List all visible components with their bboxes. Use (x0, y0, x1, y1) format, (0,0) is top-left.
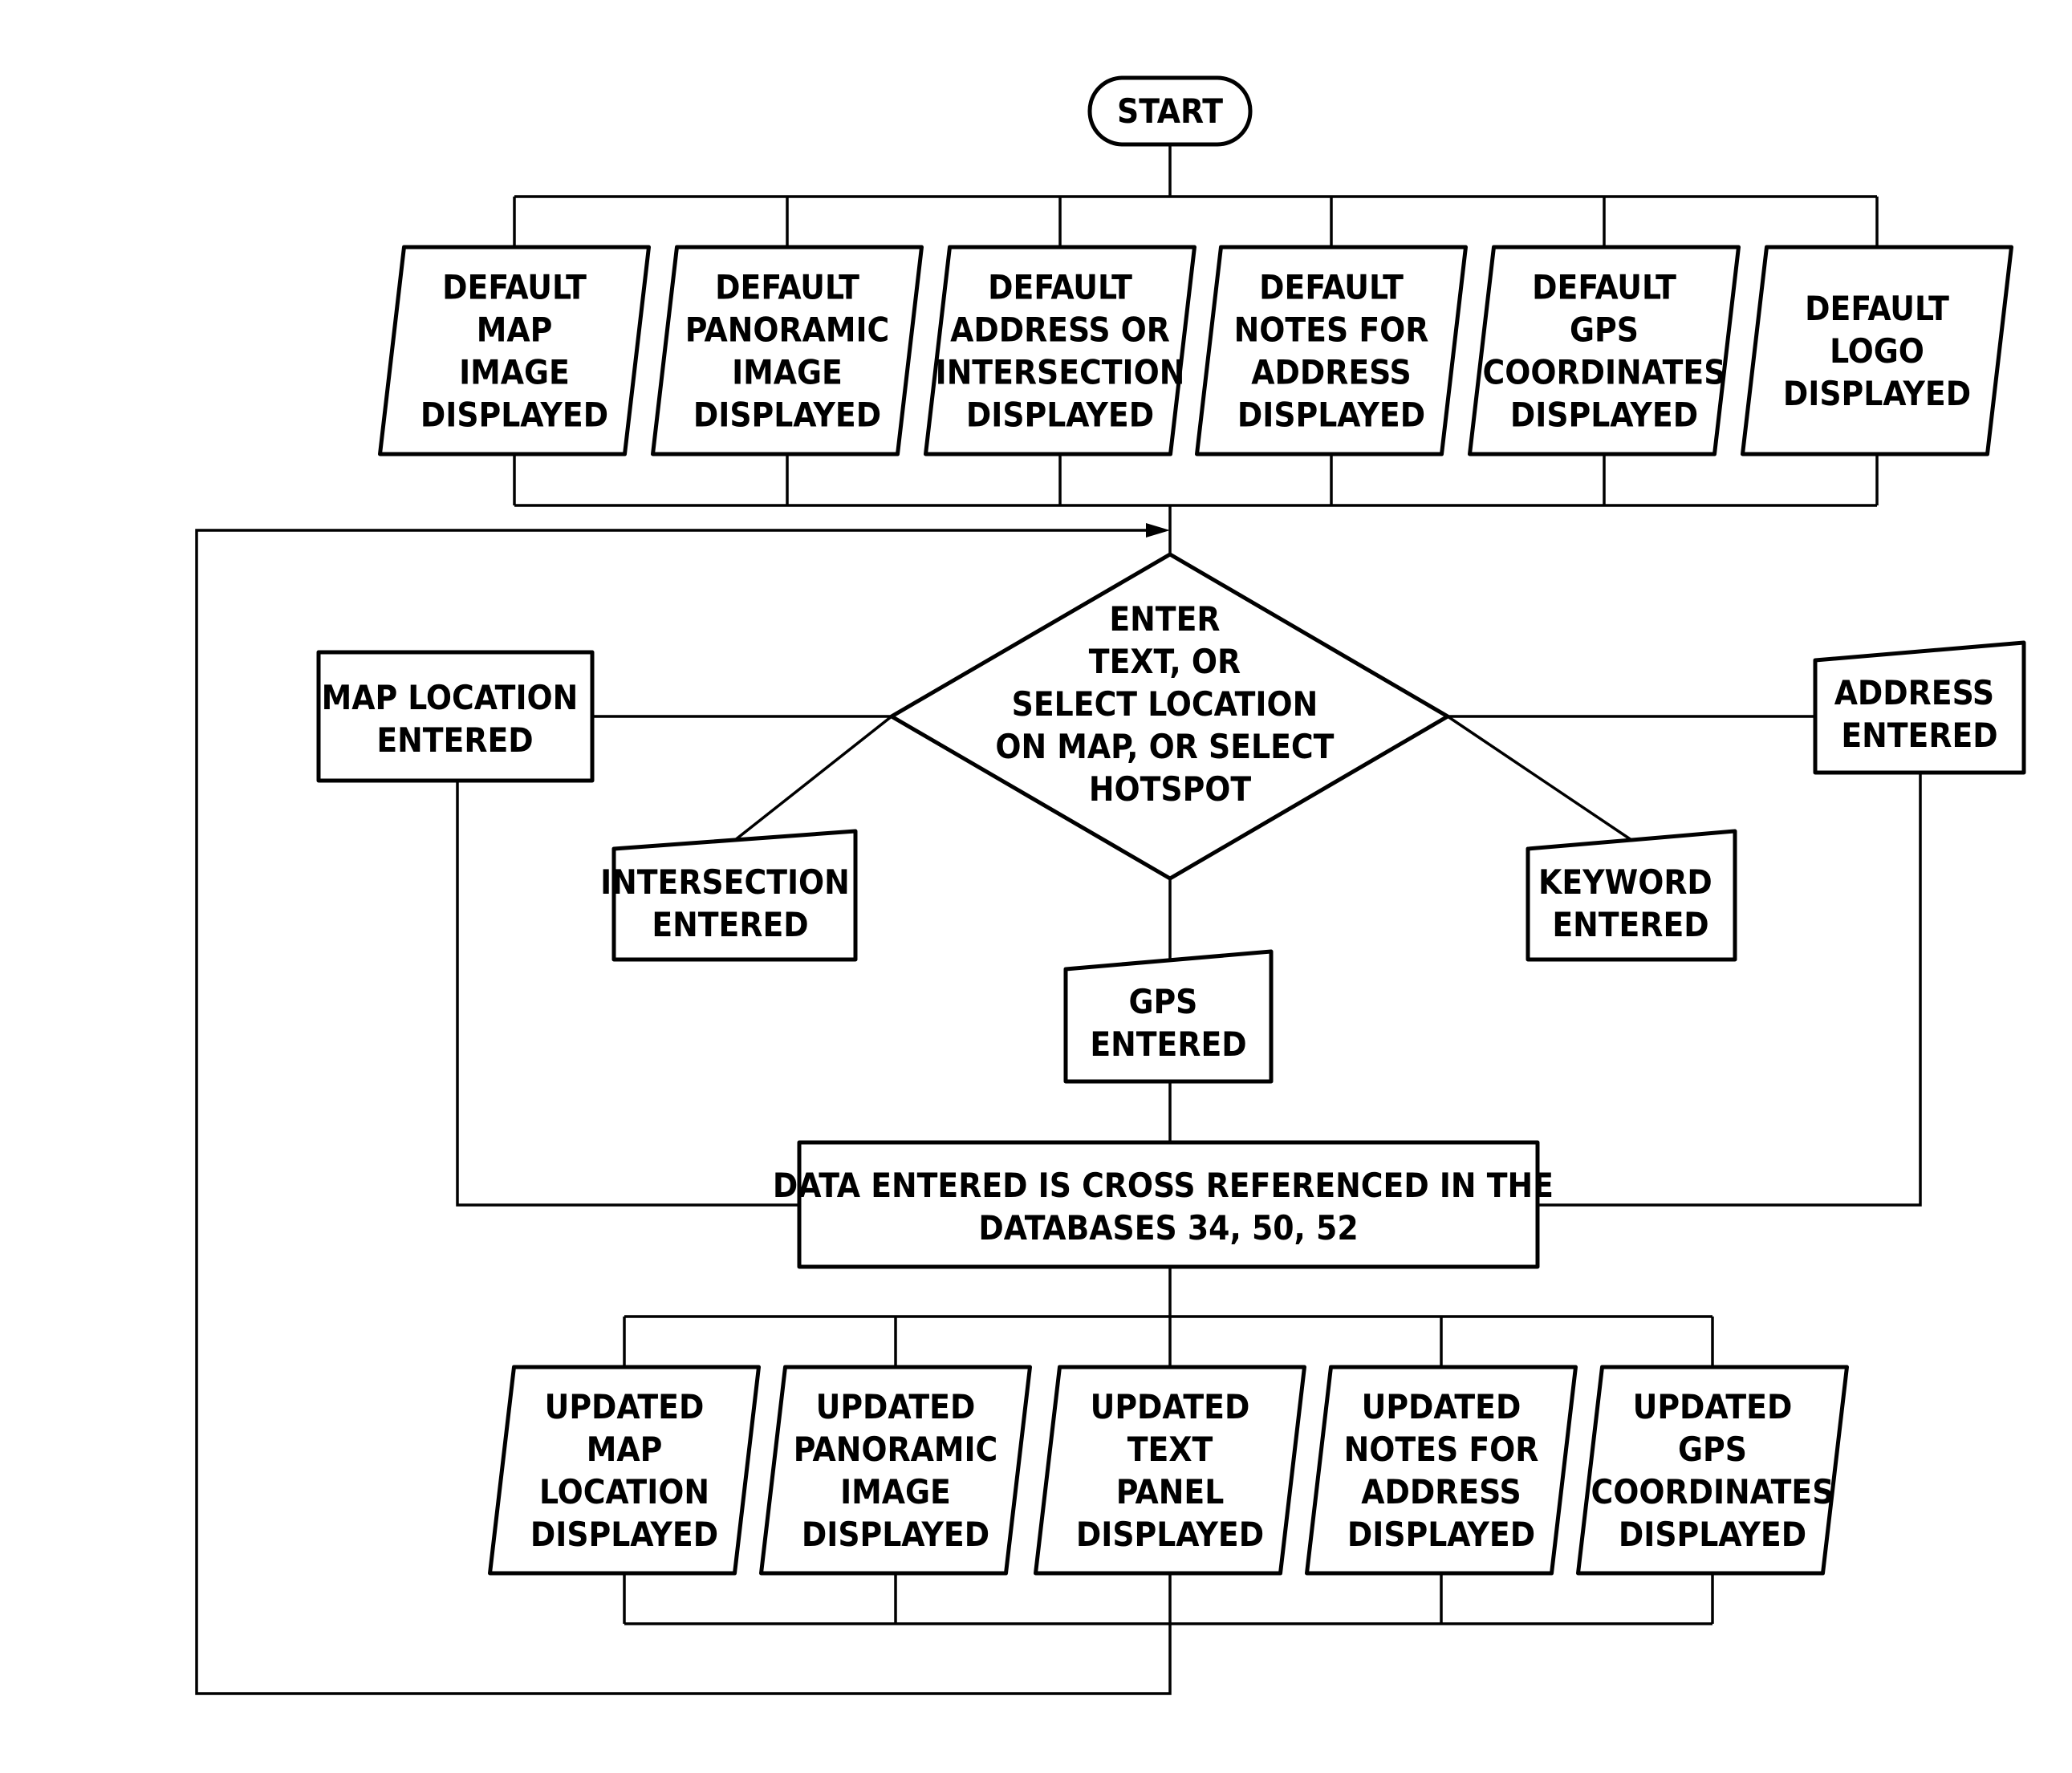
updated-output-box: UPDATED TEXT PANEL DISPLAYED (1034, 1365, 1306, 1576)
gps-entered-box: GPS ENTERED (1063, 949, 1274, 1084)
default-output-box: DEFAULT ADDRESS OR INTERSECTION DISPLAYED (924, 245, 1196, 456)
flowchart: START DEFAULT MAP IMAGE DISPLAYEDDEFAULT PAN… (195, 75, 2026, 1695)
decision-diamond: ENTER TEXT, OR SELECT LOCATION ON MAP, O… (889, 552, 1450, 881)
start-terminator: START (1087, 75, 1253, 147)
intersection-entered-box: INTERSECTION ENTERED (600, 829, 858, 962)
default-output-box: DEFAULT MAP IMAGE DISPLAYED (378, 245, 651, 456)
address-entered-box: ADDRESS ENTERED (1813, 640, 2026, 775)
connector-decision-intersection (733, 715, 893, 842)
updated-output-box: UPDATED MAP LOCATION DISPLAYED (488, 1365, 761, 1576)
cross-reference-process-box: DATA ENTERED IS CROSS REFERENCED IN THE … (773, 1140, 1554, 1269)
updated-output-box: UPDATED PANORAMIC IMAGE DISPLAYED (759, 1365, 1032, 1576)
updated-output-box: UPDATED NOTES FOR ADDRESS DISPLAYED (1305, 1365, 1578, 1576)
connector-decision-keyword (1447, 715, 1632, 842)
map-location-entered-box: MAP LOCATION ENTERED (316, 650, 595, 783)
default-output-box: DEFAULT NOTES FOR ADDRESS DISPLAYED (1195, 245, 1468, 456)
keyword-entered-box: KEYWORD ENTERED (1526, 829, 1737, 962)
default-output-box: DEFAULT LOGO DISPLAYED (1741, 245, 2013, 456)
start-label: START (1117, 91, 1223, 131)
updated-output-box: UPDATED GPS COORDINATES DISPLAYED (1576, 1365, 1849, 1576)
default-output-box: DEFAULT GPS COORDINATES DISPLAYED (1468, 245, 1741, 456)
loop-arrowhead-icon (1146, 523, 1170, 538)
default-output-box: DEFAULT PANORAMIC IMAGE DISPLAYED (651, 245, 924, 456)
updated-output-row: UPDATED MAP LOCATION DISPLAYEDUPDATED PANORA… (488, 1365, 1849, 1576)
default-output-row: DEFAULT MAP IMAGE DISPLAYEDDEFAULT PANORAMIC… (378, 245, 2013, 456)
